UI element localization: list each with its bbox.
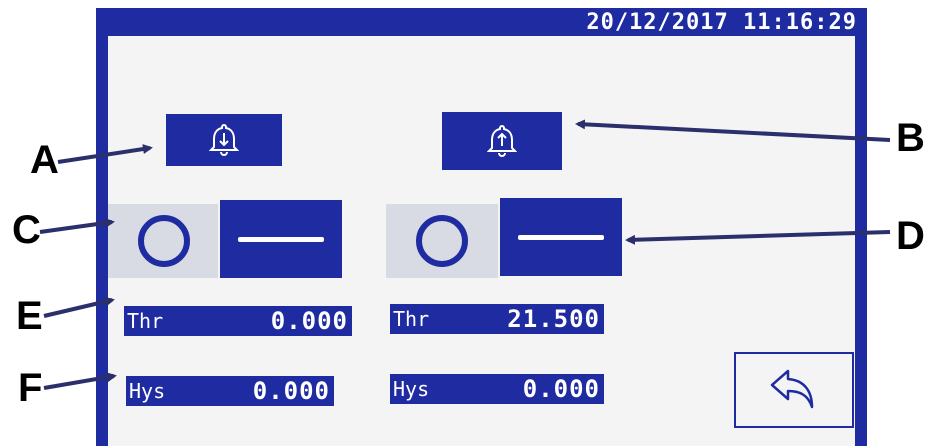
dash-icon [518,234,604,240]
circle-icon [416,215,468,267]
back-button[interactable] [734,352,854,428]
hysteresis-field-right[interactable]: Hys 0.000 [390,374,604,404]
callout-c: C [12,208,41,252]
date-time-display: 20/12/2017 11:16:29 [586,10,857,35]
callout-e: E [16,294,43,338]
callout-d: D [896,214,925,258]
dash-icon [238,236,324,242]
state-closed-toggle-right[interactable] [500,198,622,276]
circle-icon [138,215,190,267]
callout-f: F [18,366,43,410]
state-open-toggle-left[interactable] [122,204,206,278]
hysteresis-label: Hys [129,379,166,403]
threshold-label: Thr [393,307,430,331]
hysteresis-value: 0.000 [252,377,330,405]
callout-b: B [896,116,925,160]
threshold-value: 0.000 [270,307,348,335]
threshold-field-left[interactable]: Thr 0.000 [124,306,352,336]
alarm-low-button[interactable] [166,114,282,166]
threshold-label: Thr [127,309,164,333]
back-arrow-icon [770,369,814,409]
alarm-high-button[interactable] [442,112,562,170]
state-closed-toggle-left[interactable] [220,200,342,278]
hysteresis-field-left[interactable]: Hys 0.000 [126,376,334,406]
callout-a: A [30,138,59,182]
bell-down-arrow-icon [209,123,239,156]
bell-up-arrow-icon [487,124,517,157]
state-open-toggle-right[interactable] [400,204,484,278]
threshold-field-right[interactable]: Thr 21.500 [390,304,604,334]
hysteresis-label: Hys [393,377,430,401]
hysteresis-value: 0.000 [522,375,600,403]
threshold-value: 21.500 [507,305,600,333]
